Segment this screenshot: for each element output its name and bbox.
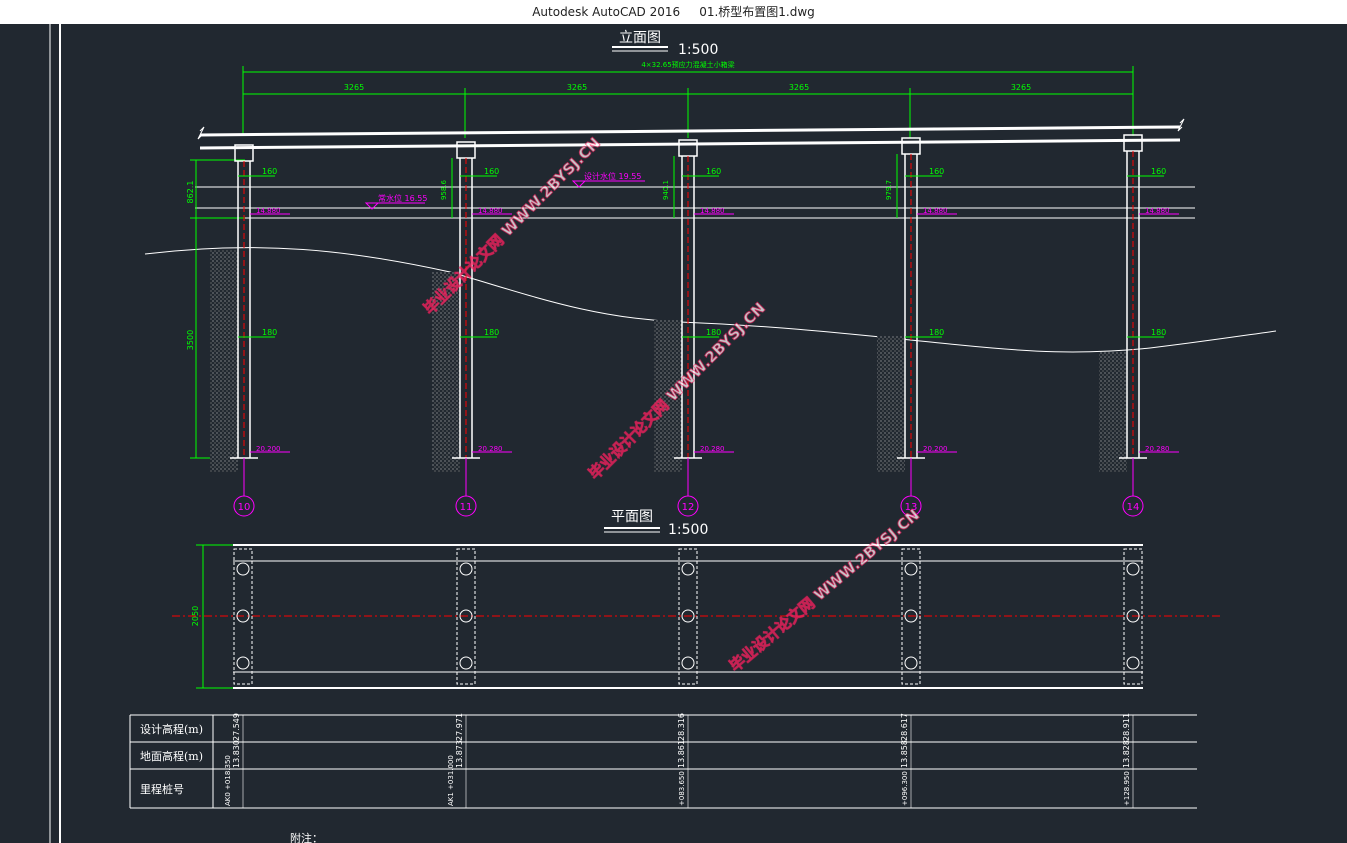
pier-height-13: 979.7 [885,180,893,200]
water-level-label-1: 常水位 16.55 [378,193,427,203]
pile-dia-13: 180 [929,328,944,337]
plan-title: 平面图 1:500 [604,509,708,538]
watermark-text-3: 毕业设计论文网 WWW.2BYSJ.CN [726,506,923,675]
pile-dia-11: 180 [484,328,499,337]
station-3: +083.650 [678,771,686,806]
design-elev-5: 28.911 [1122,713,1131,741]
water-level-label-2: 设计水位 19.55 [584,171,641,181]
profile-table [129,714,1197,809]
span-label-1: 3265 [344,83,364,92]
design-elev-4: 28.617 [900,713,909,741]
elevation-title-text: 立面图 [619,30,661,46]
pile-dia-10: 180 [262,328,277,337]
pile-bottom-10: 20.200 [256,445,281,453]
water-level-1: 常水位 16.55 [364,193,427,210]
cap-width-13: 160 [929,167,944,176]
profile-table-ticks [242,715,1134,808]
design-elev-3: 28.316 [677,713,686,741]
design-elev-2: 27.971 [455,713,464,741]
pier-id-14: 14 [1127,502,1140,513]
cap-dimension-lines [238,175,1164,338]
pile-bottom-13: 20.200 [923,445,948,453]
ground-elev-3: 13.861 [677,740,686,768]
pile-bottom-12: 20.280 [700,445,725,453]
water-level-2: 设计水位 19.55 [571,171,645,188]
app-name: Autodesk AutoCAD 2016 [532,5,681,19]
cap-width-10: 160 [262,167,277,176]
ground-elev-1: 13.830 [232,740,241,768]
watermark: 毕业设计论文网 WWW.2BYSJ.CN 毕业设计论文网 WWW.2BYSJ.C… [420,134,924,676]
pier-top-12: 14.880 [700,207,725,215]
file-name: 01.桥型布置图1.dwg [699,5,815,19]
span-label-3: 3265 [789,83,809,92]
soil-block-10 [210,250,238,472]
cap-width-14: 160 [1151,167,1166,176]
pile-dia-14: 180 [1151,328,1166,337]
plan-title-text: 平面图 [611,509,653,525]
ground-elev-2: 13.873 [455,740,464,768]
total-span-label: 4×32.65预应力混凝土小箱梁 [641,60,734,69]
soil-block-14 [1099,352,1127,472]
pier-id-11: 11 [460,502,473,513]
ground-elev-5: 13.828 [1122,740,1131,768]
elevation-title: 立面图 1:500 [612,30,718,58]
ground-elev-4: 13.858 [900,740,909,768]
table-row-label-ground: 地面高程(m) [140,749,203,763]
drawing-canvas[interactable]: 立面图 1:500 4×32.65预应力混凝土小箱梁 3265 3265 326… [0,24,1347,843]
plan-width-label: 2050 [191,606,200,626]
pile-bottom-14: 20.280 [1145,445,1170,453]
pier-height-11: 958.6 [440,179,448,200]
pier-height-12: 940.1 [662,180,670,200]
station-4: +096.300 [901,771,909,806]
span-label-2: 3265 [567,83,587,92]
station-2: AK1 +031.000 [447,755,455,806]
station-1: AK0 +018.350 [224,755,232,806]
pile-length: 3500 [186,330,195,350]
pier-id-12: 12 [682,502,695,513]
table-row-label-station: 里程桩号 [140,782,184,796]
pier-top-10: 14.880 [256,207,281,215]
pier-id-10: 10 [238,502,251,513]
span-label-4: 3265 [1011,83,1031,92]
pier-top-14: 14.880 [1145,207,1170,215]
pier-height-10: 862.1 [186,181,195,204]
plan-deck[interactable] [172,544,1220,689]
plan-scale: 1:500 [668,522,708,538]
design-elev-1: 27.549 [232,713,241,741]
window-title-bar: Autodesk AutoCAD 2016 01.桥型布置图1.dwg [0,0,1347,24]
pier-top-13: 14.880 [923,207,948,215]
table-row-label-design: 设计高程(m) [140,722,203,736]
pile-bottom-11: 20.280 [478,445,503,453]
station-5: +128.950 [1123,771,1131,806]
reference-lines [195,186,1195,219]
soil-block-13 [877,336,905,472]
cap-width-12: 160 [706,167,721,176]
cap-width-11: 160 [484,167,499,176]
bridge-deck [197,118,1185,150]
notes-label: 附注： [290,831,323,843]
pier-top-11: 14.880 [478,207,503,215]
elevation-scale: 1:500 [678,42,718,58]
